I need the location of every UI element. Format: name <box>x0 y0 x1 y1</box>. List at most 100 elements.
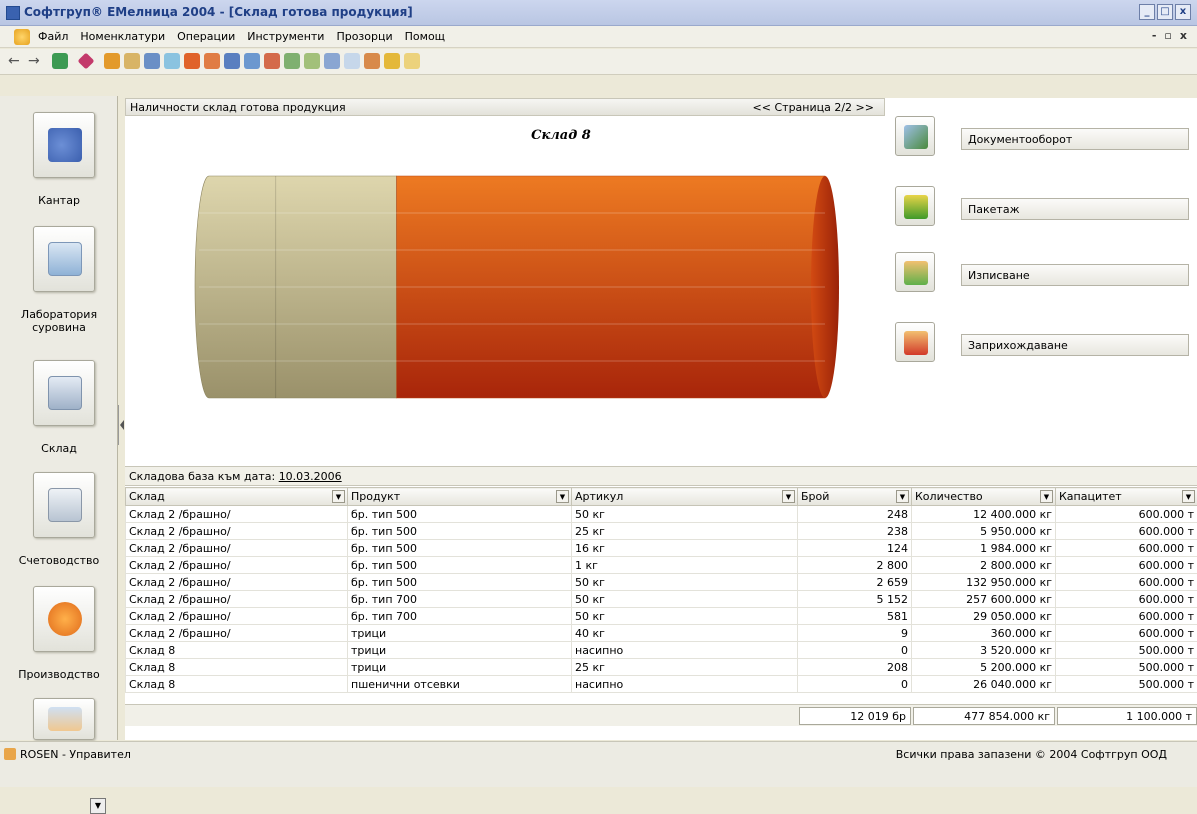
table-cell: 2 800.000 кг <box>912 557 1056 574</box>
column-label: Продукт <box>351 490 400 503</box>
diamond-icon[interactable] <box>78 53 95 70</box>
table-row[interactable]: Склад 2 /брашно/бр. тип 50050 кг2 659132… <box>126 574 1197 591</box>
column-label: Брой <box>801 490 829 503</box>
table-row[interactable]: Склад 2 /брашно/бр. тип 5001 кг2 8002 80… <box>126 557 1197 574</box>
page-navigator[interactable]: << Страница 2/2 >> <box>753 101 874 114</box>
table-cell: 600.000 т <box>1056 574 1197 591</box>
filter-dropdown-icon[interactable]: ▼ <box>332 490 345 503</box>
column-header-capacity[interactable]: Капацитет▼ <box>1056 488 1197 506</box>
table-cell: 25 кг <box>572 523 798 540</box>
column-header-warehouse[interactable]: Склад▼ <box>126 488 348 506</box>
chart-icon[interactable] <box>184 53 200 69</box>
table-body: Склад 2 /брашно/бр. тип 50050 кг24812 40… <box>126 506 1197 693</box>
column-header-quantity[interactable]: Количество▼ <box>912 488 1056 506</box>
table-row[interactable]: Склад 2 /брашно/бр. тип 50016 кг1241 984… <box>126 540 1197 557</box>
menu-file[interactable]: Файл <box>38 30 68 43</box>
table-row[interactable]: Склад 8трицинасипно03 520.000 кг500.000 … <box>126 642 1197 659</box>
receive-button[interactable]: Заприхождаване <box>961 334 1189 356</box>
table-row[interactable]: Склад 8пшенични отсевкинасипно026 040.00… <box>126 676 1197 693</box>
dispatch-icon <box>904 261 928 285</box>
menu-tools[interactable]: Инструменти <box>247 30 324 43</box>
column-header-article[interactable]: Артикул▼ <box>572 488 798 506</box>
group-icon[interactable] <box>304 53 320 69</box>
people-settings-icon[interactable] <box>324 53 340 69</box>
people-icon[interactable] <box>284 53 300 69</box>
action-dispatch-icon-frame <box>895 252 935 292</box>
sidebar-label-lab: Лаборатория суровина <box>0 308 118 334</box>
sidebar-item-accounting[interactable] <box>33 472 95 538</box>
folder-tree-icon[interactable] <box>124 53 140 69</box>
status-user: ROSEN - Управител <box>20 748 131 761</box>
window-icon[interactable] <box>164 53 180 69</box>
table-row[interactable]: Склад 2 /брашно/бр. тип 70050 кг5 152257… <box>126 591 1197 608</box>
maximize-button[interactable]: □ <box>1157 4 1173 20</box>
refresh-icon[interactable] <box>52 53 68 69</box>
package-button[interactable]: Пакетаж <box>961 198 1189 220</box>
menu-help[interactable]: Помощ <box>405 30 445 43</box>
grid-caption-label: Складова база към дата: <box>129 470 275 483</box>
gift-icon[interactable] <box>364 53 380 69</box>
column-header-product[interactable]: Продукт ▼ <box>348 488 572 506</box>
table-cell: 5 950.000 кг <box>912 523 1056 540</box>
table-cell: 40 кг <box>572 625 798 642</box>
grid-icon[interactable] <box>204 53 220 69</box>
filter-dropdown-icon[interactable]: ▼ <box>556 490 569 503</box>
table-row[interactable]: Склад 2 /брашно/бр. тип 50025 кг2385 950… <box>126 523 1197 540</box>
grid-date[interactable]: 10.03.2006 <box>279 470 342 483</box>
minimize-button[interactable]: _ <box>1139 4 1155 20</box>
table-cell: 257 600.000 кг <box>912 591 1056 608</box>
table-cell: Склад 2 /брашно/ <box>126 591 348 608</box>
menu-app-icon <box>14 29 30 45</box>
dispatch-button[interactable]: Изписване <box>961 264 1189 286</box>
action-documents-icon-frame <box>895 116 935 156</box>
calendar-icon[interactable] <box>264 53 280 69</box>
documents-flow-button[interactable]: Документооборот <box>961 128 1189 150</box>
dollar-icon[interactable] <box>384 53 400 69</box>
filter-dropdown-icon[interactable]: ▼ <box>1182 490 1195 503</box>
column-header-count[interactable]: Брой ▼ <box>798 488 912 506</box>
action-package[interactable]: Пакетаж <box>891 184 1197 232</box>
sidebar-item-warehouse[interactable] <box>33 360 95 426</box>
close-button[interactable]: x <box>1175 4 1191 20</box>
users-icon[interactable] <box>144 53 160 69</box>
table-row[interactable]: Склад 2 /брашно/бр. тип 70050 кг58129 05… <box>126 608 1197 625</box>
calendar-check-icon[interactable] <box>344 53 360 69</box>
table-icon[interactable] <box>224 53 240 69</box>
sidebar-scroll-down-icon[interactable]: ▼ <box>90 798 106 814</box>
table-cell: 26 040.000 кг <box>912 676 1056 693</box>
table-row[interactable]: Склад 2 /брашно/трици40 кг9360.000 кг600… <box>126 625 1197 642</box>
status-copyright: Всички права запазени © 2004 Софтгруп ОО… <box>896 748 1167 761</box>
menu-operations[interactable]: Операции <box>177 30 235 43</box>
action-receive[interactable]: Заприхождаване <box>891 320 1197 368</box>
window-title: Софтгруп® ЕМелница 2004 - [Склад готова … <box>24 5 413 19</box>
action-receive-icon-frame <box>895 322 935 362</box>
action-documents[interactable]: Документооборот <box>891 114 1197 162</box>
user-icon <box>4 748 16 760</box>
action-dispatch[interactable]: Изписване <box>891 250 1197 298</box>
menu-windows[interactable]: Прозорци <box>336 30 392 43</box>
mdi-restore-button[interactable]: ▫ <box>1164 29 1171 42</box>
forward-arrow-icon[interactable]: → <box>28 53 44 69</box>
documents-flow-icon <box>904 125 928 149</box>
sidebar-item-production[interactable] <box>33 586 95 652</box>
folder-icon[interactable] <box>404 53 420 69</box>
sidebar-item-more[interactable] <box>33 698 95 740</box>
table-cell: 29 050.000 кг <box>912 608 1056 625</box>
table-row[interactable]: Склад 2 /брашно/бр. тип 50050 кг24812 40… <box>126 506 1197 523</box>
home-icon[interactable] <box>104 53 120 69</box>
sidebar-collapse-handle[interactable] <box>118 405 124 445</box>
sidebar-item-lab[interactable] <box>33 226 95 292</box>
filter-dropdown-icon[interactable]: ▼ <box>1040 490 1053 503</box>
grid-caption: Складова база към дата: 10.03.2006 <box>125 466 1197 486</box>
mdi-close-button[interactable]: x <box>1180 29 1187 42</box>
menu-nomenclatures[interactable]: Номенклатури <box>80 30 165 43</box>
table-row[interactable]: Склад 8трици25 кг2085 200.000 кг500.000 … <box>126 659 1197 676</box>
back-arrow-icon[interactable]: ← <box>8 53 24 69</box>
filter-dropdown-icon[interactable]: ▼ <box>782 490 795 503</box>
table-cell: Склад 2 /брашно/ <box>126 625 348 642</box>
mdi-minimize-button[interactable]: - <box>1152 29 1157 42</box>
sidebar-item-scale[interactable] <box>33 112 95 178</box>
table-cell: 12 400.000 кг <box>912 506 1056 523</box>
report-icon[interactable] <box>244 53 260 69</box>
filter-dropdown-icon[interactable]: ▼ <box>896 490 909 503</box>
